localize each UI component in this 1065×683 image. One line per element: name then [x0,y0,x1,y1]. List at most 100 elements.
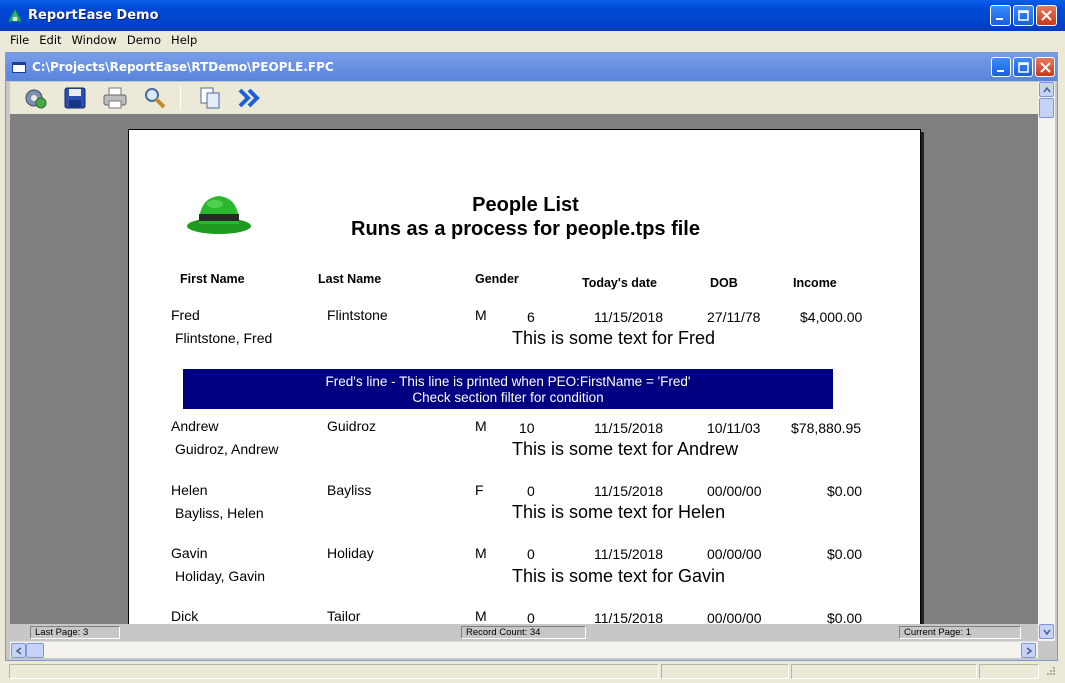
last-page-status: Last Page: 3 [30,626,120,639]
row-today: 11/15/2018 [594,610,664,624]
arrow-up-icon [1042,86,1051,92]
close-icon [1039,61,1051,73]
save-button[interactable] [60,84,90,112]
zoom-button[interactable] [140,84,170,112]
row-dob: 27/11/78 [707,309,761,325]
app-icon [8,8,22,21]
col-gender: Gender [475,272,519,286]
row-number: 0 [527,610,535,624]
row-last-name: Bayliss [327,482,372,498]
row-today: 11/15/2018 [594,309,664,325]
arrow-right-icon [1026,646,1032,655]
app-titlebar[interactable]: ReportEase Demo [0,0,1065,31]
minimize-button[interactable] [990,5,1011,26]
row-dob: 10/11/03 [707,420,761,436]
toolbar [10,82,1040,114]
row-last-name: Flintstone [327,307,388,323]
menu-bar: File Edit Window Demo Help [5,31,1058,49]
main-status-bar [5,663,1058,680]
row-text: This is some text for Gavin [512,566,726,586]
row-first-name: Dick [171,608,199,624]
print-button[interactable] [100,84,130,112]
copy-icon [200,87,220,109]
status-segment [661,664,789,679]
row-first-name: Helen [171,482,208,498]
row-income: $78,880.95 [791,420,862,436]
options-icon [25,89,47,109]
maximize-button[interactable] [1013,5,1034,26]
menu-help[interactable]: Help [166,33,202,47]
row-full-name: Guidroz, Andrew [175,441,279,457]
close-button[interactable] [1036,5,1057,26]
banner-line-2: Check section filter for condition [412,390,604,405]
status-segment [9,664,659,679]
row-last-name: Holiday [327,545,374,561]
report-preview-window: C:\Projects\ReportEase\RTDemo\PEOPLE.FPC [5,52,1058,661]
report-page: People List Runs as a process for people… [128,129,921,624]
scroll-right-button[interactable] [1021,643,1036,658]
row-text: This is some text for Fred [512,328,716,348]
row-first-name: Gavin [171,545,208,561]
maximize-icon [1017,61,1029,73]
minimize-icon [996,69,1004,72]
scroll-left-button[interactable] [11,643,26,658]
app-title: ReportEase Demo [28,8,159,23]
report-subtitle: Runs as a process for people.tps file [351,218,700,240]
row-dob: 00/00/00 [707,610,762,624]
row-gender: M [475,307,487,323]
next-page-icon [238,88,260,108]
row-today: 11/15/2018 [594,420,664,436]
menu-edit[interactable]: Edit [34,33,66,47]
col-dob: DOB [710,276,738,290]
horizontal-scrollbar[interactable] [10,641,1038,658]
child-maximize-button[interactable] [1013,57,1033,77]
row-gender: M [475,418,487,434]
menu-file[interactable]: File [5,33,34,47]
horizontal-scroll-thumb[interactable] [26,643,44,658]
child-title: C:\Projects\ReportEase\RTDemo\PEOPLE.FPC [32,60,334,74]
copy-button[interactable] [195,84,225,112]
col-first-name: First Name [180,272,245,286]
row-today: 11/15/2018 [594,546,664,562]
child-close-button[interactable] [1035,57,1055,77]
row-full-name: Flintstone, Fred [175,330,273,346]
document-icon [12,61,26,73]
row-gender: F [475,482,484,498]
minimize-icon [996,18,1003,20]
maximize-icon [1018,10,1029,21]
zoom-icon [145,88,166,109]
close-icon [1041,10,1052,21]
row-number: 0 [527,483,535,499]
next-page-button[interactable] [235,84,265,112]
print-icon [103,87,127,109]
row-full-name: Bayliss, Helen [175,505,264,521]
fred-banner: Fred's line - This line is printed when … [183,369,833,409]
resize-grip-icon[interactable] [1044,666,1056,678]
row-last-name: Guidroz [327,418,377,434]
status-segment [979,664,1039,679]
col-today: Today's date [582,276,657,290]
preview-status-bar: Last Page: 3 Record Count: 34 Current Pa… [10,624,1040,640]
row-gender: M [475,545,487,561]
row-number: 6 [527,309,535,325]
banner-line-1: Fred's line - This line is printed when … [325,374,691,389]
child-titlebar[interactable]: C:\Projects\ReportEase\RTDemo\PEOPLE.FPC [6,53,1057,81]
current-page-status: Current Page: 1 [899,626,1021,639]
row-today: 11/15/2018 [594,483,664,499]
status-segment [791,664,977,679]
menu-demo[interactable]: Demo [122,33,166,47]
scroll-up-button[interactable] [1039,82,1054,97]
row-income: $0.00 [827,483,863,499]
menu-window[interactable]: Window [67,33,122,47]
save-icon [64,87,86,109]
child-minimize-button[interactable] [991,57,1011,77]
vertical-scrollbar[interactable] [1038,82,1055,641]
arrow-left-icon [15,646,21,655]
row-text: This is some text for Helen [512,502,726,522]
vertical-scroll-thumb[interactable] [1039,98,1054,118]
preview-workspace[interactable]: People List Runs as a process for people… [10,114,1038,624]
options-button[interactable] [20,84,50,112]
row-gender: M [475,608,487,624]
scroll-down-button[interactable] [1039,624,1054,639]
row-dob: 00/00/00 [707,546,762,562]
